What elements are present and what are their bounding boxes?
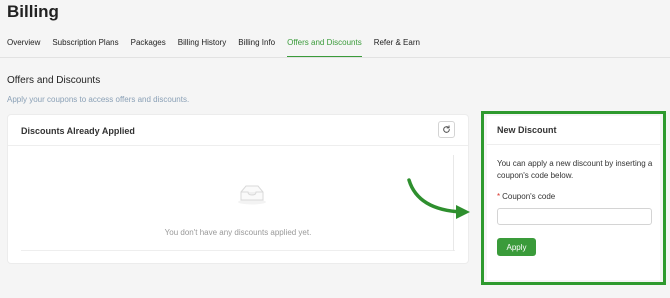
tabs-divider (0, 57, 670, 58)
tab-offers-and-discounts[interactable]: Offers and Discounts (287, 38, 362, 57)
section-title: Offers and Discounts (7, 75, 101, 86)
refresh-icon (443, 125, 450, 133)
empty-inbox-icon (238, 185, 266, 205)
tab-bar: Overview Subscription Plans Packages Bil… (7, 38, 432, 57)
tab-subscription-plans[interactable]: Subscription Plans (52, 38, 118, 57)
tab-billing-history[interactable]: Billing History (178, 38, 226, 57)
tab-billing-info[interactable]: Billing Info (238, 38, 275, 57)
coupon-field-label: * Coupon's code (497, 192, 555, 201)
tab-packages[interactable]: Packages (131, 38, 166, 57)
coupon-code-input[interactable] (497, 208, 652, 225)
applied-discounts-title: Discounts Already Applied (21, 126, 135, 136)
new-discount-card: New Discount You can apply a new discoun… (487, 116, 660, 280)
new-discount-header: New Discount (487, 116, 660, 145)
refresh-button[interactable] (438, 121, 455, 138)
section-subtitle: Apply your coupons to access offers and … (7, 95, 190, 104)
tab-overview[interactable]: Overview (7, 38, 40, 57)
new-discount-description: You can apply a new discount by insertin… (497, 159, 653, 180)
empty-state-text: You don't have any discounts applied yet… (164, 228, 312, 237)
empty-state: You don't have any discounts applied yet… (21, 155, 455, 251)
new-discount-title: New Discount (497, 125, 557, 135)
pointer-arrow-icon (407, 178, 470, 219)
applied-discounts-header: Discounts Already Applied (8, 115, 468, 146)
coupon-label-text: Coupon's code (502, 192, 556, 201)
apply-button[interactable]: Apply (497, 238, 536, 256)
required-mark: * (497, 192, 501, 201)
page-title: Billing (7, 2, 59, 21)
tab-refer-and-earn[interactable]: Refer & Earn (374, 38, 420, 57)
